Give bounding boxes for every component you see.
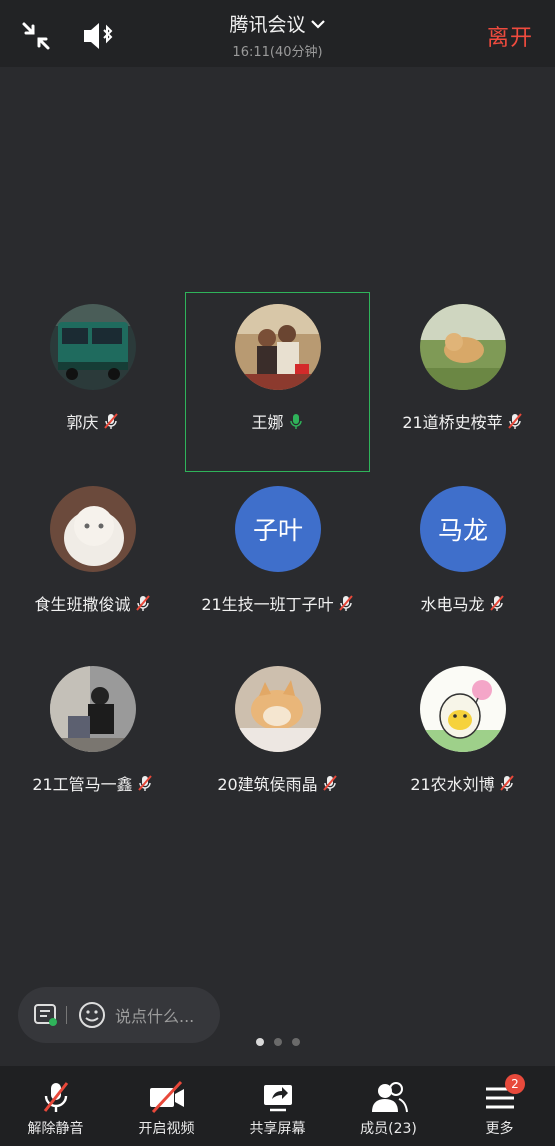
more-button[interactable]: 2 更多 bbox=[444, 1066, 555, 1146]
members-label: 成员(23) bbox=[360, 1121, 417, 1137]
participant-name-row: 21道桥史桉苹 bbox=[370, 409, 555, 433]
participant-tile[interactable]: 21农水刘博 bbox=[370, 654, 555, 834]
participant-name: 21生技一班丁子叶 bbox=[201, 595, 334, 614]
participant-name: 水电马龙 bbox=[420, 595, 485, 614]
avatar bbox=[235, 304, 321, 390]
participant-name-row: 20建筑侯雨晶 bbox=[185, 771, 370, 795]
page-dot[interactable] bbox=[273, 1038, 282, 1046]
mic-muted-icon bbox=[489, 594, 505, 612]
participant-tile[interactable]: 食生班撒俊诚 bbox=[0, 474, 185, 654]
mic-muted-icon bbox=[137, 774, 153, 792]
camera-off-icon bbox=[149, 1080, 184, 1114]
top-bar: 腾讯会议 16:11(40分钟) 离开 bbox=[0, 0, 555, 67]
mic-muted-icon bbox=[135, 594, 151, 612]
mic-muted-icon bbox=[507, 412, 523, 430]
start-video-button[interactable]: 开启视频 bbox=[111, 1066, 222, 1146]
share-screen-icon bbox=[263, 1085, 292, 1112]
participant-name: 20建筑侯雨晶 bbox=[217, 775, 318, 794]
bottom-toolbar: 解除静音 开启视频 共享屏幕 成员(23) 2 更多 bbox=[0, 1066, 555, 1146]
divider bbox=[66, 1006, 67, 1024]
avatar bbox=[50, 486, 136, 572]
avatar bbox=[50, 666, 136, 752]
avatar: 马龙 bbox=[420, 486, 506, 572]
participant-name-row: 水电马龙 bbox=[370, 591, 555, 615]
participant-name: 21道桥史桉苹 bbox=[402, 413, 503, 432]
participant-tile[interactable]: 20建筑侯雨晶 bbox=[185, 654, 370, 834]
leave-button[interactable]: 离开 bbox=[487, 20, 533, 52]
participant-name-row: 21农水刘博 bbox=[370, 771, 555, 795]
mic-muted-icon bbox=[338, 594, 354, 612]
avatar bbox=[420, 666, 506, 752]
participant-tile[interactable]: 21道桥史桉苹 bbox=[370, 292, 555, 472]
avatar bbox=[235, 666, 321, 752]
avatar bbox=[50, 304, 136, 390]
participant-tile[interactable]: 21工管马一鑫 bbox=[0, 654, 185, 834]
participant-name-row: 21工管马一鑫 bbox=[0, 771, 185, 795]
avatar: 子叶 bbox=[235, 486, 321, 572]
chevron-down-icon bbox=[310, 19, 325, 29]
chat-input-bar[interactable]: 说点什么... bbox=[18, 987, 220, 1043]
participant-name: 王娜 bbox=[251, 413, 284, 432]
notification-badge: 2 bbox=[505, 1074, 525, 1094]
participant-name-row: 郭庆 bbox=[0, 409, 185, 433]
meeting-title-area: 腾讯会议 16:11(40分钟) bbox=[0, 10, 555, 60]
participant-tile-active-speaker[interactable]: 王娜 bbox=[185, 292, 370, 472]
participant-tile[interactable]: 郭庆 bbox=[0, 292, 185, 472]
participant-name: 21农水刘博 bbox=[410, 775, 495, 794]
page-dot-active[interactable] bbox=[255, 1038, 264, 1046]
chat-list-icon[interactable] bbox=[32, 1001, 60, 1029]
mic-muted-icon bbox=[103, 412, 119, 430]
share-screen-button[interactable]: 共享屏幕 bbox=[222, 1066, 333, 1146]
chat-input-placeholder[interactable]: 说点什么... bbox=[115, 1003, 194, 1027]
meeting-time: 16:11(40分钟) bbox=[232, 45, 323, 60]
meeting-title[interactable]: 腾讯会议 bbox=[229, 10, 325, 37]
meeting-title-text: 腾讯会议 bbox=[229, 14, 306, 36]
unmute-label: 解除静音 bbox=[27, 1121, 84, 1137]
members-button[interactable]: 成员(23) bbox=[333, 1066, 444, 1146]
participant-name: 食生班撒俊诚 bbox=[34, 595, 131, 614]
members-icon bbox=[371, 1082, 408, 1113]
participant-name: 郭庆 bbox=[66, 413, 99, 432]
participant-tile[interactable]: 马龙 水电马龙 bbox=[370, 474, 555, 654]
mic-speaking-icon bbox=[288, 412, 304, 430]
participant-name: 21工管马一鑫 bbox=[32, 775, 133, 794]
participant-name-row: 王娜 bbox=[185, 409, 370, 433]
unmute-button[interactable]: 解除静音 bbox=[0, 1066, 111, 1146]
start-video-label: 开启视频 bbox=[138, 1121, 195, 1137]
more-label: 更多 bbox=[485, 1121, 514, 1137]
page-dot[interactable] bbox=[291, 1038, 300, 1046]
participant-tile[interactable]: 子叶 21生技一班丁子叶 bbox=[185, 474, 370, 654]
page-indicator bbox=[0, 1038, 555, 1046]
participant-name-row: 21生技一班丁子叶 bbox=[185, 591, 370, 615]
participant-name-row: 食生班撒俊诚 bbox=[0, 591, 185, 615]
share-screen-label: 共享屏幕 bbox=[249, 1121, 306, 1137]
avatar bbox=[420, 304, 506, 390]
mic-muted-icon bbox=[322, 774, 338, 792]
mic-muted-icon bbox=[43, 1082, 68, 1112]
emoji-icon[interactable] bbox=[77, 1000, 107, 1030]
mic-muted-icon bbox=[499, 774, 515, 792]
